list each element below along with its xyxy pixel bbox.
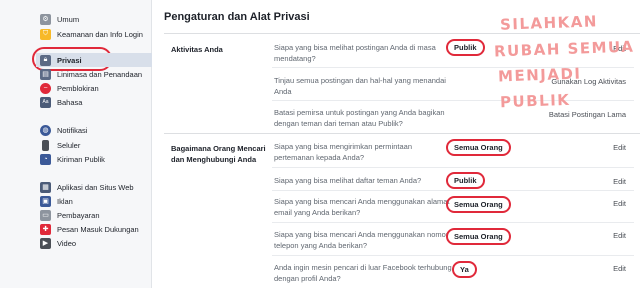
divider: [272, 222, 634, 223]
edit-link[interactable]: Edit: [613, 264, 626, 273]
privacy-settings-panel: Pengaturan dan Alat Privasi Aktivitas An…: [152, 0, 640, 288]
setting-question: Siapa yang bisa melihat postingan Anda d…: [274, 43, 436, 63]
limit-past-posts-link[interactable]: Batasi Postingan Lama: [549, 110, 626, 119]
setting-question: Siapa yang bisa mencari Anda menggunakan…: [274, 197, 450, 217]
section-divider: [164, 133, 640, 134]
setting-question: Siapa yang bisa mengirimkan permintaan p…: [274, 142, 412, 162]
sidebar-item-label: Bahasa: [57, 97, 83, 107]
setting-value-circled[interactable]: Ya: [452, 261, 477, 278]
lock-icon: 🔒︎: [40, 54, 51, 66]
block-icon: −: [40, 82, 51, 94]
apps-icon: ▦: [40, 181, 51, 193]
setting-value-circled[interactable]: Semua Orang: [446, 228, 511, 245]
sidebar-item-label: Iklan: [57, 196, 73, 206]
edit-link[interactable]: Edit: [613, 199, 626, 208]
divider: [272, 100, 634, 101]
annotation-line: MENJADI: [497, 64, 582, 86]
section-label-aktivitas: Aktivitas Anda: [171, 45, 223, 54]
setting-question: Anda ingin mesin pencari di luar Faceboo…: [274, 263, 452, 283]
sidebar-item-privasi[interactable]: 🔒︎ Privasi: [36, 53, 152, 67]
sidebar-item-label: Privasi: [57, 55, 82, 65]
globe-icon: ◍: [40, 124, 51, 136]
annotation-line: PUBLIK: [499, 90, 571, 112]
mobile-icon: [42, 139, 49, 151]
setting-value-circled[interactable]: Publik: [446, 39, 485, 56]
settings-sidebar: ⚙ Umum ⛉ Keamanan dan Info Login 🔒︎ Priv…: [0, 0, 152, 288]
rss-icon: ◔: [40, 153, 51, 165]
page-title: Pengaturan dan Alat Privasi: [164, 11, 310, 23]
setting-question: Batasi pemirsa untuk postingan yang Anda…: [274, 108, 445, 128]
shield-icon: ⛉: [40, 28, 51, 40]
edit-link[interactable]: Edit: [613, 177, 626, 186]
payment-icon: ▭: [40, 209, 51, 221]
ads-icon: ▣: [40, 195, 51, 207]
video-icon: ▶: [40, 237, 51, 249]
section-label-mencari: Bagaimana Orang Mencari dan Menghubungi …: [171, 144, 266, 164]
sidebar-item-label: Linimasa dan Penandaan: [57, 69, 143, 79]
sidebar-item-label: Pemblokiran: [57, 83, 99, 93]
gear-icon: ⚙: [40, 13, 51, 25]
sidebar-item-label: Pesan Masuk Dukungan: [57, 224, 139, 234]
divider: [164, 33, 640, 34]
timeline-icon: ▤: [40, 68, 51, 80]
sidebar-item-label: Notifikasi: [57, 125, 88, 135]
edit-link[interactable]: Edit: [613, 231, 626, 240]
setting-question: Siapa yang bisa mencari Anda menggunakan…: [274, 230, 449, 250]
support-icon: ✚: [40, 223, 51, 235]
edit-link[interactable]: Edit: [613, 143, 626, 152]
annotation-line: SILAHKAN: [499, 12, 599, 34]
language-icon: Aa: [40, 96, 51, 108]
sidebar-item-label: Keamanan dan Info Login: [57, 29, 143, 39]
sidebar-item-label: Umum: [57, 14, 80, 24]
sidebar-item-label: Video: [57, 238, 77, 248]
sidebar-item-label: Aplikasi dan Situs Web: [57, 182, 134, 192]
sidebar-item-label: Kiriman Publik: [57, 154, 105, 164]
divider: [272, 255, 634, 256]
setting-value-circled[interactable]: Semua Orang: [446, 139, 511, 156]
divider: [272, 167, 634, 168]
setting-value-circled[interactable]: Semua Orang: [446, 196, 511, 213]
setting-question: Siapa yang bisa melihat daftar teman And…: [274, 176, 422, 185]
setting-question: Tinjau semua postingan dan hal-hal yang …: [274, 76, 446, 96]
divider: [272, 190, 634, 191]
sidebar-item-label: Pembayaran: [57, 210, 100, 220]
setting-value-circled[interactable]: Publik: [446, 172, 485, 189]
annotation-line: RUBAH SEMUA: [493, 37, 635, 61]
sidebar-item-label: Seluler: [57, 140, 81, 150]
